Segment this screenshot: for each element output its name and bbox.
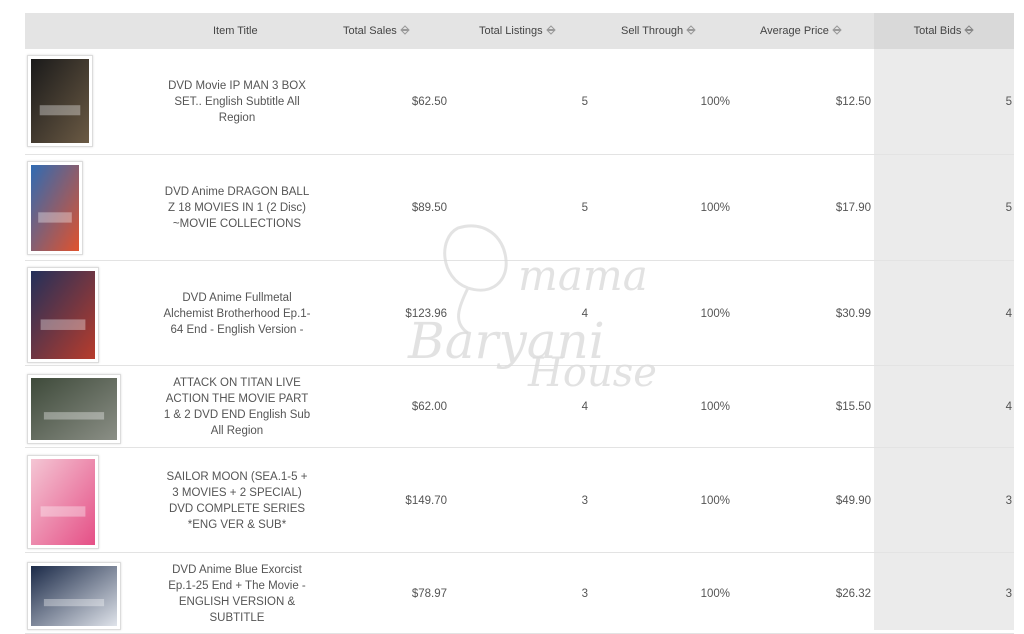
sort-icon: [686, 25, 696, 35]
cell-sell-through: 100%: [700, 588, 730, 600]
sort-icon: [545, 25, 556, 35]
product-thumbnail[interactable]: [27, 374, 121, 444]
item-title[interactable]: SAILOR MOON (SEA.1-5 + 3 MOVIES + 2 SPEC…: [162, 469, 312, 533]
cell-average-price: $30.99: [835, 308, 871, 320]
table-row[interactable]: ATTACK ON TITAN LIVE ACTION THE MOVIE PA…: [25, 366, 1014, 448]
cell-average-price: $15.50: [835, 401, 871, 413]
product-thumbnail[interactable]: [27, 55, 93, 147]
cell-total-bids: 5: [1005, 202, 1012, 214]
item-title[interactable]: DVD Anime Blue Exorcist Ep.1-25 End + Th…: [162, 562, 312, 626]
table-row[interactable]: DVD Anime Blue Exorcist Ep.1-25 End + Th…: [25, 553, 1014, 634]
column-header-total-bids[interactable]: Total Bids: [874, 13, 1014, 49]
cell-total-sales: $123.96: [405, 308, 447, 320]
column-header-sell-through[interactable]: Sell Through: [621, 13, 696, 49]
table-row[interactable]: SAILOR MOON (SEA.1-5 + 3 MOVIES + 2 SPEC…: [25, 448, 1014, 553]
sort-icon: [964, 25, 975, 35]
cell-total-sales: $62.50: [411, 96, 447, 108]
cell-sell-through: 100%: [700, 495, 730, 507]
item-title[interactable]: DVD Anime Fullmetal Alchemist Brotherhoo…: [162, 290, 312, 338]
sort-icon: [832, 25, 842, 35]
cell-sell-through: 100%: [700, 96, 730, 108]
product-thumbnail[interactable]: [27, 455, 99, 549]
cell-total-listings: 5: [581, 202, 588, 214]
cell-total-sales: $89.50: [411, 202, 447, 214]
table-row[interactable]: DVD Movie IP MAN 3 BOX SET.. English Sub…: [25, 49, 1014, 155]
column-header-total-sales[interactable]: Total Sales: [343, 13, 410, 49]
product-thumbnail[interactable]: [27, 161, 83, 255]
cell-sell-through: 100%: [700, 202, 730, 214]
cell-total-bids: 4: [1005, 308, 1012, 320]
sort-icon: [400, 25, 410, 35]
cell-total-bids: 5: [1005, 96, 1012, 108]
cell-average-price: $12.50: [835, 96, 871, 108]
item-title[interactable]: ATTACK ON TITAN LIVE ACTION THE MOVIE PA…: [162, 375, 312, 439]
cell-total-sales: $62.00: [411, 401, 447, 413]
table-body: DVD Movie IP MAN 3 BOX SET.. English Sub…: [25, 49, 1014, 634]
table-row[interactable]: DVD Anime Fullmetal Alchemist Brotherhoo…: [25, 261, 1014, 366]
cell-total-bids: 3: [1005, 495, 1012, 507]
cell-sell-through: 100%: [700, 401, 730, 413]
cell-average-price: $17.90: [835, 202, 871, 214]
cell-total-sales: $78.97: [411, 588, 447, 600]
cell-total-sales: $149.70: [405, 495, 447, 507]
cell-total-listings: 5: [581, 96, 588, 108]
item-title[interactable]: DVD Anime DRAGON BALL Z 18 MOVIES IN 1 (…: [162, 184, 312, 232]
table-header: Item Title Total Sales Total Listings Se…: [25, 13, 1014, 49]
product-thumbnail[interactable]: [27, 562, 121, 630]
cell-total-listings: 3: [581, 588, 588, 600]
sales-table: Item Title Total Sales Total Listings Se…: [25, 13, 1014, 634]
cell-total-listings: 4: [581, 401, 588, 413]
cell-sell-through: 100%: [700, 308, 730, 320]
column-header-item-title: Item Title: [213, 25, 258, 37]
cell-total-listings: 3: [581, 495, 588, 507]
cell-total-listings: 4: [581, 308, 588, 320]
product-thumbnail[interactable]: [27, 267, 99, 363]
cell-total-bids: 4: [1005, 401, 1012, 413]
cell-total-bids: 3: [1005, 588, 1012, 600]
cell-average-price: $49.90: [835, 495, 871, 507]
column-header-average-price[interactable]: Average Price: [760, 13, 842, 49]
item-title[interactable]: DVD Movie IP MAN 3 BOX SET.. English Sub…: [162, 78, 312, 126]
table-row[interactable]: DVD Anime DRAGON BALL Z 18 MOVIES IN 1 (…: [25, 155, 1014, 261]
column-header-total-listings[interactable]: Total Listings: [479, 13, 556, 49]
cell-average-price: $26.32: [835, 588, 871, 600]
